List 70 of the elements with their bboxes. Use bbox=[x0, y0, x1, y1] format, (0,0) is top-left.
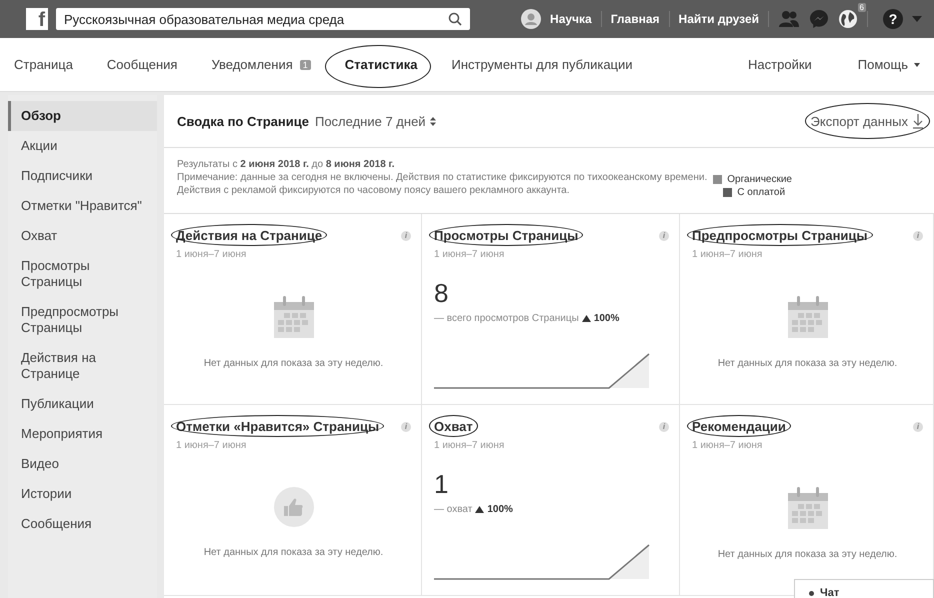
empty-message: Нет данных для показа за эту неделю. bbox=[716, 358, 898, 369]
date-range: 1 июня–7 июня bbox=[692, 440, 764, 451]
metric-value: 8 bbox=[434, 278, 450, 309]
legend-label: Органические bbox=[727, 174, 792, 185]
card-title: Действия на Странице bbox=[176, 228, 322, 243]
sidebar-item[interactable]: Видео bbox=[8, 449, 157, 479]
thumbs-up-icon bbox=[274, 487, 314, 527]
logo-icon[interactable]: f bbox=[26, 8, 48, 30]
sidebar-item[interactable]: Сообщения bbox=[8, 509, 157, 539]
sidebar-item[interactable]: Публикации bbox=[8, 389, 157, 419]
search-field[interactable]: Русскоязычная образовательная медиа среда bbox=[56, 8, 470, 30]
sidebar-item[interactable]: Предпросмотры Страницы bbox=[8, 297, 157, 343]
tab[interactable]: Уведомления 1 bbox=[211, 57, 311, 72]
status-dot-icon bbox=[809, 590, 814, 596]
calendar-icon bbox=[274, 296, 314, 338]
tab[interactable]: Статистика bbox=[344, 57, 418, 72]
export-button[interactable]: Экспорт данных bbox=[810, 113, 924, 129]
sidebar-item[interactable]: Действия на Странице bbox=[8, 343, 157, 389]
up-triangle-icon bbox=[475, 506, 484, 513]
metric-value: 1 bbox=[434, 469, 450, 500]
metric-caption: — охват bbox=[434, 504, 472, 515]
profile-link[interactable]: Научка bbox=[550, 12, 592, 26]
results-text: Результаты с 2 июня 2018 г. до 8 июня 2018 г. bbox=[177, 158, 396, 171]
menu-link[interactable]: Помощь bbox=[858, 57, 920, 72]
card-title: Охват bbox=[434, 419, 473, 434]
nav-link[interactable]: Главная bbox=[610, 12, 660, 26]
note-text: Примечание: данные за сегодня не включены. Действия по статистике фиксируются по тихоокеанскому времени. bbox=[177, 171, 708, 184]
notification-badge: 6 bbox=[858, 3, 866, 12]
card-title: Рекомендации bbox=[692, 419, 786, 434]
nav-link[interactable]: Найти друзей bbox=[678, 12, 759, 26]
sidebar-item[interactable]: Истории bbox=[8, 479, 157, 509]
tab[interactable]: Сообщения bbox=[106, 57, 178, 72]
download-icon bbox=[912, 113, 924, 129]
chat-button[interactable]: Чат bbox=[794, 579, 934, 598]
legend-label: С оплатой bbox=[737, 187, 786, 198]
tab[interactable]: Инструменты для публикации bbox=[451, 57, 633, 72]
up-triangle-icon bbox=[582, 315, 591, 322]
date-range: 1 июня–7 июня bbox=[176, 249, 248, 260]
sidebar-item[interactable]: Просмотры Страницы bbox=[8, 251, 157, 297]
sidebar-item[interactable]: Мероприятия bbox=[8, 419, 157, 449]
note-text: Действия с рекламой фиксируются по часовому поясу вашего рекламного аккаунта. bbox=[177, 184, 571, 197]
empty-message: Нет данных для показа за эту неделю. bbox=[202, 547, 384, 558]
tab[interactable]: Страница bbox=[14, 57, 73, 72]
sidebar-item[interactable]: Отметки "Нравится" bbox=[8, 191, 157, 221]
date-range: 1 июня–7 июня bbox=[434, 249, 506, 260]
sidebar-item[interactable]: Подписчики bbox=[8, 161, 157, 191]
sidebar-item[interactable]: Акции bbox=[8, 131, 157, 161]
search-icon[interactable] bbox=[448, 12, 462, 26]
summary-title: Сводка по Странице bbox=[177, 114, 309, 128]
change-percent: 100% bbox=[594, 313, 620, 324]
globe-icon[interactable] bbox=[838, 9, 858, 29]
date-range: 1 июня–7 июня bbox=[434, 440, 506, 451]
card-title: Предпросмотры Страницы bbox=[692, 228, 868, 243]
sidebar-item[interactable]: Охват bbox=[8, 221, 157, 251]
empty-message: Нет данных для показа за эту неделю. bbox=[202, 358, 384, 369]
sort-icon bbox=[430, 116, 436, 126]
empty-message: Нет данных для показа за эту неделю. bbox=[716, 549, 898, 560]
metric-caption: — всего просмотров Страницы bbox=[434, 313, 579, 324]
calendar-icon bbox=[788, 487, 828, 529]
card-title: Отметки «Нравится» Страницы bbox=[176, 419, 380, 434]
calendar-icon bbox=[788, 296, 828, 338]
date-range: 1 июня–7 июня bbox=[176, 440, 248, 451]
period-dropdown[interactable]: Последние 7 дней bbox=[314, 114, 436, 128]
sidebar-item[interactable]: Обзор bbox=[8, 101, 157, 131]
card-title: Просмотры Страницы bbox=[434, 228, 578, 243]
help-button[interactable]: ? bbox=[883, 9, 903, 29]
avatar-icon[interactable] bbox=[521, 9, 542, 29]
change-percent: 100% bbox=[487, 504, 513, 515]
menu-link[interactable]: Настройки bbox=[748, 57, 812, 72]
date-range: 1 июня–7 июня bbox=[692, 249, 764, 260]
